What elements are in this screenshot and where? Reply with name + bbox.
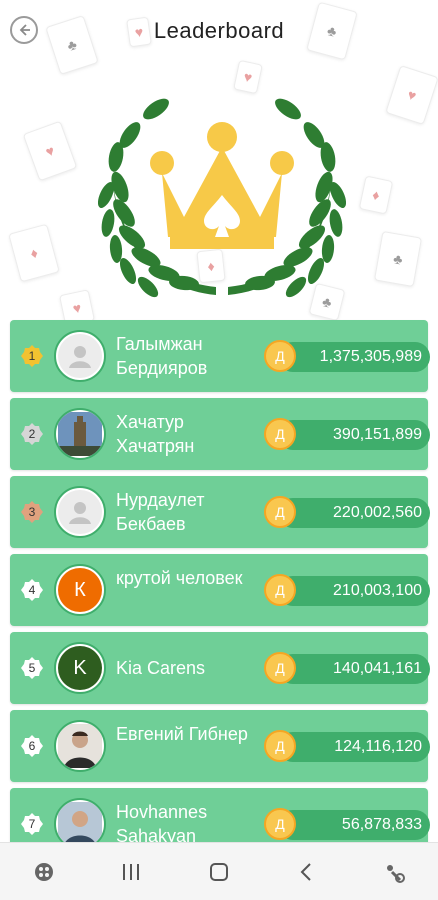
letter-avatar: K bbox=[58, 646, 102, 690]
rank-badge: 5 bbox=[20, 656, 44, 680]
heart-card-icon: ♥ bbox=[385, 65, 438, 125]
coin-icon: Д bbox=[264, 574, 296, 606]
rank-number: 4 bbox=[28, 583, 36, 597]
home-icon[interactable] bbox=[194, 847, 244, 897]
back-icon[interactable] bbox=[282, 847, 332, 897]
letter-avatar: К bbox=[58, 568, 102, 612]
club-card-icon: ♣ bbox=[373, 230, 423, 288]
user-placeholder-icon bbox=[58, 490, 102, 534]
avatar[interactable] bbox=[54, 720, 106, 772]
leaderboard-row[interactable]: 2 Хачатур Хачатрян 390,151,899 Д bbox=[10, 398, 430, 470]
rank-badge: 6 bbox=[20, 734, 44, 758]
coin-icon: Д bbox=[264, 730, 296, 762]
leaderboard-row[interactable]: 3 Нурдаулет Бекбаев 220,002,560 Д bbox=[10, 476, 430, 548]
rank-number: 6 bbox=[28, 739, 36, 753]
leaderboard-row[interactable]: 1 Галымжан Бердияров 1,375,305,989 Д bbox=[10, 320, 430, 392]
player-name: Евгений Гибнер bbox=[116, 724, 248, 744]
score-value: 1,375,305,989 bbox=[278, 342, 430, 372]
heart-card-icon: ♥ bbox=[22, 120, 78, 182]
avatar[interactable]: К bbox=[54, 564, 106, 616]
coin-icon: Д bbox=[264, 418, 296, 450]
silver-rank-badge: 2 bbox=[20, 422, 44, 446]
rank-number: 3 bbox=[28, 505, 36, 519]
rank-number: 7 bbox=[28, 817, 36, 831]
leaderboard-list: 1 Галымжан Бердияров 1,375,305,989 Д 2 Х… bbox=[10, 320, 430, 860]
top-bar: Leaderboard bbox=[0, 0, 438, 62]
avatar[interactable]: K bbox=[54, 642, 106, 694]
coin-icon: Д bbox=[264, 496, 296, 528]
photo-avatar-icon bbox=[58, 802, 102, 846]
leaderboard-row[interactable]: 6 Евгений Гибнер 124,116,120 Д bbox=[10, 710, 430, 782]
heart-card-icon: ♦ bbox=[358, 175, 394, 215]
photo-avatar-icon bbox=[58, 724, 102, 768]
player-name: Галымжан Бердияров bbox=[116, 334, 208, 378]
coin-icon: Д bbox=[264, 340, 296, 372]
score-value: 390,151,899 bbox=[278, 420, 430, 450]
heart-card-icon: ♥ bbox=[233, 59, 263, 95]
player-name: Hovhannes Sahakyan bbox=[116, 802, 208, 846]
page-title: Leaderboard bbox=[153, 18, 285, 43]
player-name: крутой человек bbox=[116, 568, 243, 588]
crown-laurel-icon bbox=[98, 95, 346, 301]
avatar[interactable] bbox=[54, 330, 106, 382]
score-value: 124,116,120 bbox=[278, 732, 430, 762]
rank-badge: 7 bbox=[20, 812, 44, 836]
avatar[interactable] bbox=[54, 408, 106, 460]
score-value: 210,003,100 bbox=[278, 576, 430, 606]
rank-number: 2 bbox=[28, 427, 36, 441]
photo-avatar-icon bbox=[58, 412, 102, 456]
player-name: Kia Carens bbox=[116, 658, 206, 678]
diamond-card-icon: ♦ bbox=[8, 223, 60, 283]
back-arrow-icon[interactable] bbox=[10, 16, 38, 44]
score-value: 56,878,833 bbox=[278, 810, 430, 840]
recents-icon[interactable] bbox=[106, 847, 156, 897]
score-value: 140,041,161 bbox=[278, 654, 430, 684]
score-value: 220,002,560 bbox=[278, 498, 430, 528]
apps-icon[interactable] bbox=[19, 847, 69, 897]
avatar[interactable] bbox=[54, 486, 106, 538]
system-navigation-bar bbox=[0, 842, 438, 900]
coin-icon: Д bbox=[264, 808, 296, 840]
rank-badge: 4 bbox=[20, 578, 44, 602]
coin-icon: Д bbox=[264, 652, 296, 684]
gold-rank-badge: 1 bbox=[20, 344, 44, 368]
assistant-icon[interactable] bbox=[369, 847, 419, 897]
player-name: Нурдаулет Бекбаев bbox=[116, 490, 205, 534]
bronze-rank-badge: 3 bbox=[20, 500, 44, 524]
rank-number: 5 bbox=[28, 661, 36, 675]
leaderboard-row[interactable]: 5 K Kia Carens 140,041,161 Д bbox=[10, 632, 430, 704]
user-placeholder-icon bbox=[58, 334, 102, 378]
rank-number: 1 bbox=[28, 349, 36, 363]
leaderboard-row[interactable]: 4 К крутой человек 210,003,100 Д bbox=[10, 554, 430, 626]
player-name: Хачатур Хачатрян bbox=[116, 412, 195, 456]
